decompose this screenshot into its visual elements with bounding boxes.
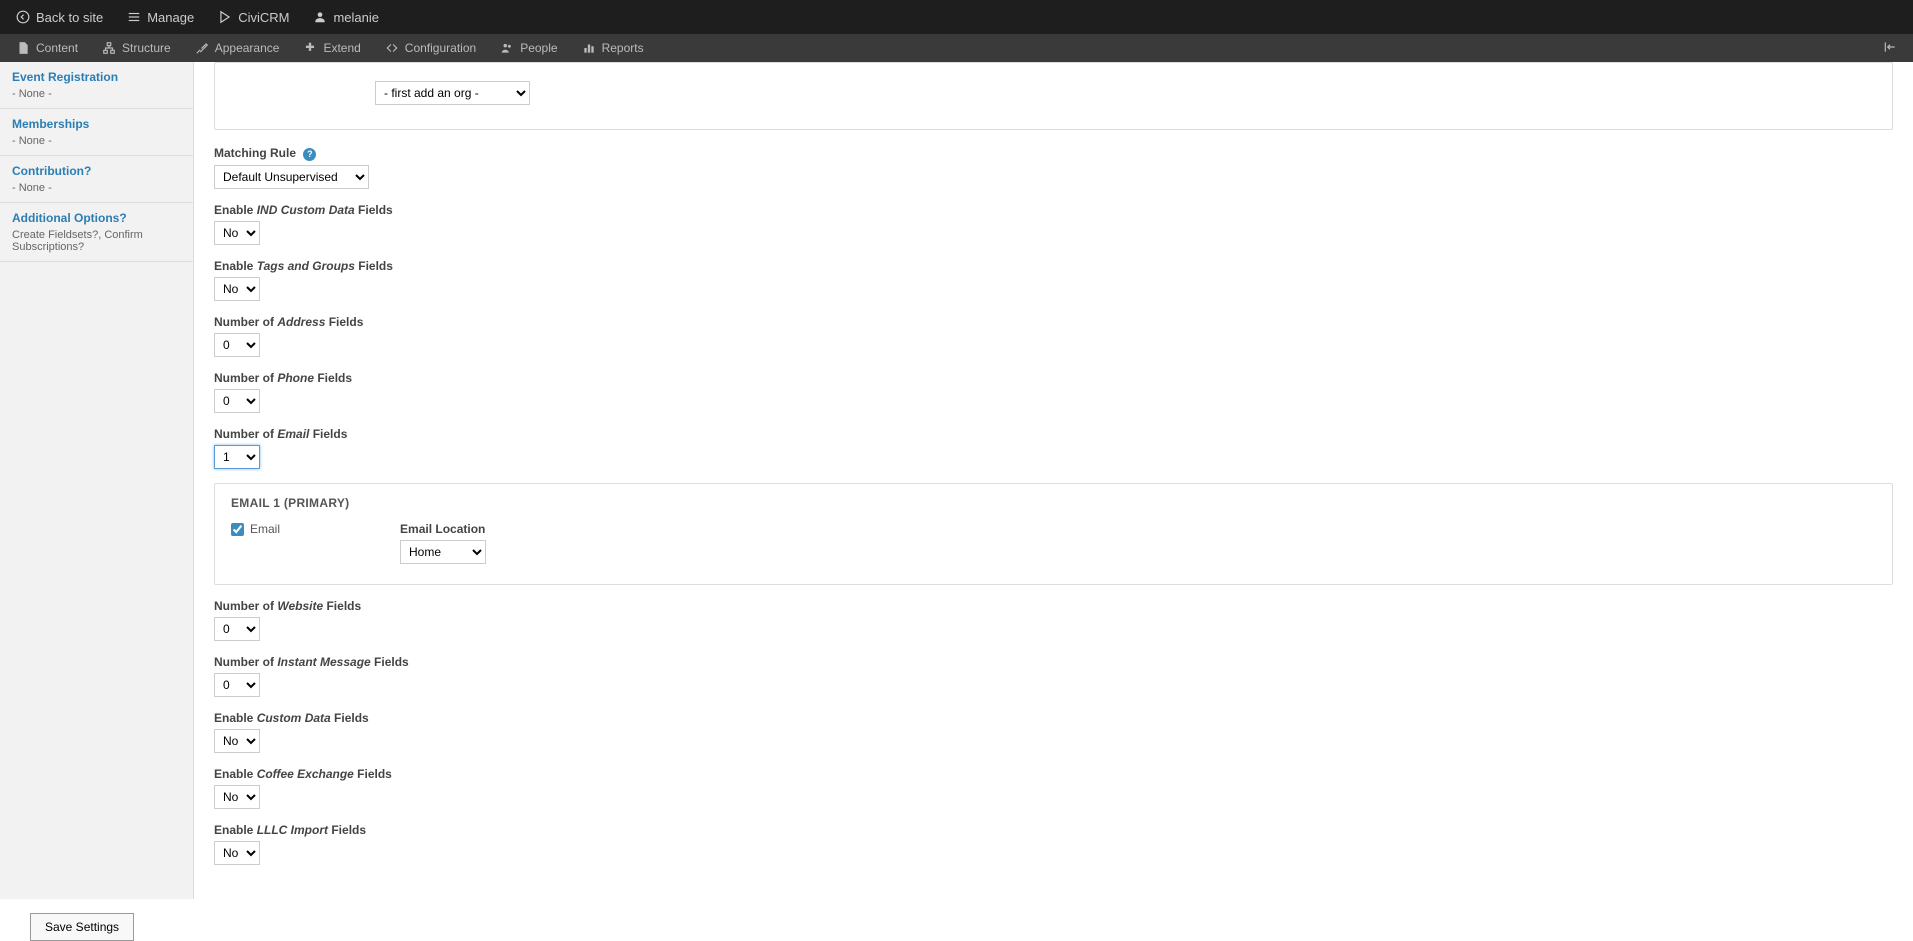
sidebar-contribution-title: Contribution? [12, 164, 181, 178]
org-fieldset: - first add an org - [214, 62, 1893, 130]
matching-rule-label: Matching Rule ? [214, 146, 1893, 161]
menu-content-label: Content [36, 41, 78, 55]
user-menu[interactable]: melanie [301, 0, 391, 34]
menu-reports[interactable]: Reports [570, 34, 656, 62]
num-im-label: Number of Instant Message Fields [214, 655, 1893, 669]
email-checkbox-label: Email [250, 522, 280, 536]
num-email-label: Number of Email Fields [214, 427, 1893, 441]
manage-label: Manage [147, 10, 194, 25]
structure-icon [102, 41, 116, 55]
back-to-site-label: Back to site [36, 10, 103, 25]
user-icon [313, 10, 327, 24]
settings-sidebar: Event Registration - None - Memberships … [0, 62, 194, 899]
sidebar-additional-options-title: Additional Options? [12, 211, 181, 225]
num-email-select[interactable]: 1 [214, 445, 260, 469]
menu-reports-label: Reports [602, 41, 644, 55]
menu-configuration-label: Configuration [405, 41, 476, 55]
num-im-select[interactable]: 0 [214, 673, 260, 697]
email-1-fieldset: EMAIL 1 (PRIMARY) Email Email Location H… [214, 483, 1893, 585]
collapse-icon [1883, 40, 1897, 57]
menu-extend-label: Extend [323, 41, 360, 55]
user-label: melanie [333, 10, 379, 25]
sidebar-event-registration[interactable]: Event Registration - None - [0, 62, 193, 109]
enable-lllc-label: Enable LLLC Import Fields [214, 823, 1893, 837]
sidebar-additional-options-value: Create Fieldsets?, Confirm Subscriptions… [12, 229, 181, 253]
num-phone-label: Number of Phone Fields [214, 371, 1893, 385]
menu-appearance-label: Appearance [215, 41, 280, 55]
menu-people-label: People [520, 41, 557, 55]
enable-coffee-select[interactable]: No [214, 785, 260, 809]
admin-menubar: Content Structure Appearance Extend Conf… [0, 34, 1913, 62]
enable-ind-label: Enable IND Custom Data Fields [214, 203, 1893, 217]
matching-rule-select[interactable]: Default Unsupervised [214, 165, 369, 189]
main-form: - first add an org - Matching Rule ? Def… [194, 62, 1913, 899]
configuration-icon [385, 41, 399, 55]
manage-menu[interactable]: Manage [115, 0, 206, 34]
enable-tags-select[interactable]: No [214, 277, 260, 301]
top-toolbar: Back to site Manage CiviCRM melanie [0, 0, 1913, 34]
menu-structure[interactable]: Structure [90, 34, 183, 62]
enable-coffee-label: Enable Coffee Exchange Fields [214, 767, 1893, 781]
sidebar-memberships-title: Memberships [12, 117, 181, 131]
extend-icon [303, 41, 317, 55]
email-location-select[interactable]: Home [400, 540, 486, 564]
num-website-select[interactable]: 0 [214, 617, 260, 641]
num-phone-select[interactable]: 0 [214, 389, 260, 413]
num-website-label: Number of Website Fields [214, 599, 1893, 613]
back-to-site-link[interactable]: Back to site [4, 0, 115, 34]
help-icon[interactable]: ? [303, 148, 316, 161]
save-settings-button[interactable]: Save Settings [30, 913, 134, 941]
sidebar-memberships[interactable]: Memberships - None - [0, 109, 193, 156]
num-address-label: Number of Address Fields [214, 315, 1893, 329]
reports-icon [582, 41, 596, 55]
menu-content[interactable]: Content [4, 34, 90, 62]
enable-custom-select[interactable]: No [214, 729, 260, 753]
sidebar-additional-options[interactable]: Additional Options? Create Fieldsets?, C… [0, 203, 193, 262]
sidebar-memberships-value: - None - [12, 135, 181, 147]
menu-configuration[interactable]: Configuration [373, 34, 488, 62]
email-1-title: EMAIL 1 (PRIMARY) [231, 496, 1876, 510]
menu-people[interactable]: People [488, 34, 569, 62]
sidebar-contribution[interactable]: Contribution? - None - [0, 156, 193, 203]
menu-appearance[interactable]: Appearance [183, 34, 292, 62]
enable-tags-label: Enable Tags and Groups Fields [214, 259, 1893, 273]
menu-collapse[interactable] [1871, 34, 1909, 62]
enable-ind-select[interactable]: No [214, 221, 260, 245]
org-select[interactable]: - first add an org - [375, 81, 530, 105]
sidebar-event-registration-value: - None - [12, 88, 181, 100]
content-icon [16, 41, 30, 55]
num-address-select[interactable]: 0 [214, 333, 260, 357]
civicrm-icon [218, 10, 232, 24]
menu-structure-label: Structure [122, 41, 171, 55]
back-arrow-icon [16, 10, 30, 24]
sidebar-contribution-value: - None - [12, 182, 181, 194]
appearance-icon [195, 41, 209, 55]
menu-extend[interactable]: Extend [291, 34, 372, 62]
hamburger-icon [127, 10, 141, 24]
people-icon [500, 41, 514, 55]
email-location-label: Email Location [400, 522, 486, 536]
civicrm-label: CiviCRM [238, 10, 289, 25]
sidebar-event-registration-title: Event Registration [12, 70, 181, 84]
email-checkbox[interactable] [231, 523, 244, 536]
enable-lllc-select[interactable]: No [214, 841, 260, 865]
enable-custom-label: Enable Custom Data Fields [214, 711, 1893, 725]
civicrm-link[interactable]: CiviCRM [206, 0, 301, 34]
